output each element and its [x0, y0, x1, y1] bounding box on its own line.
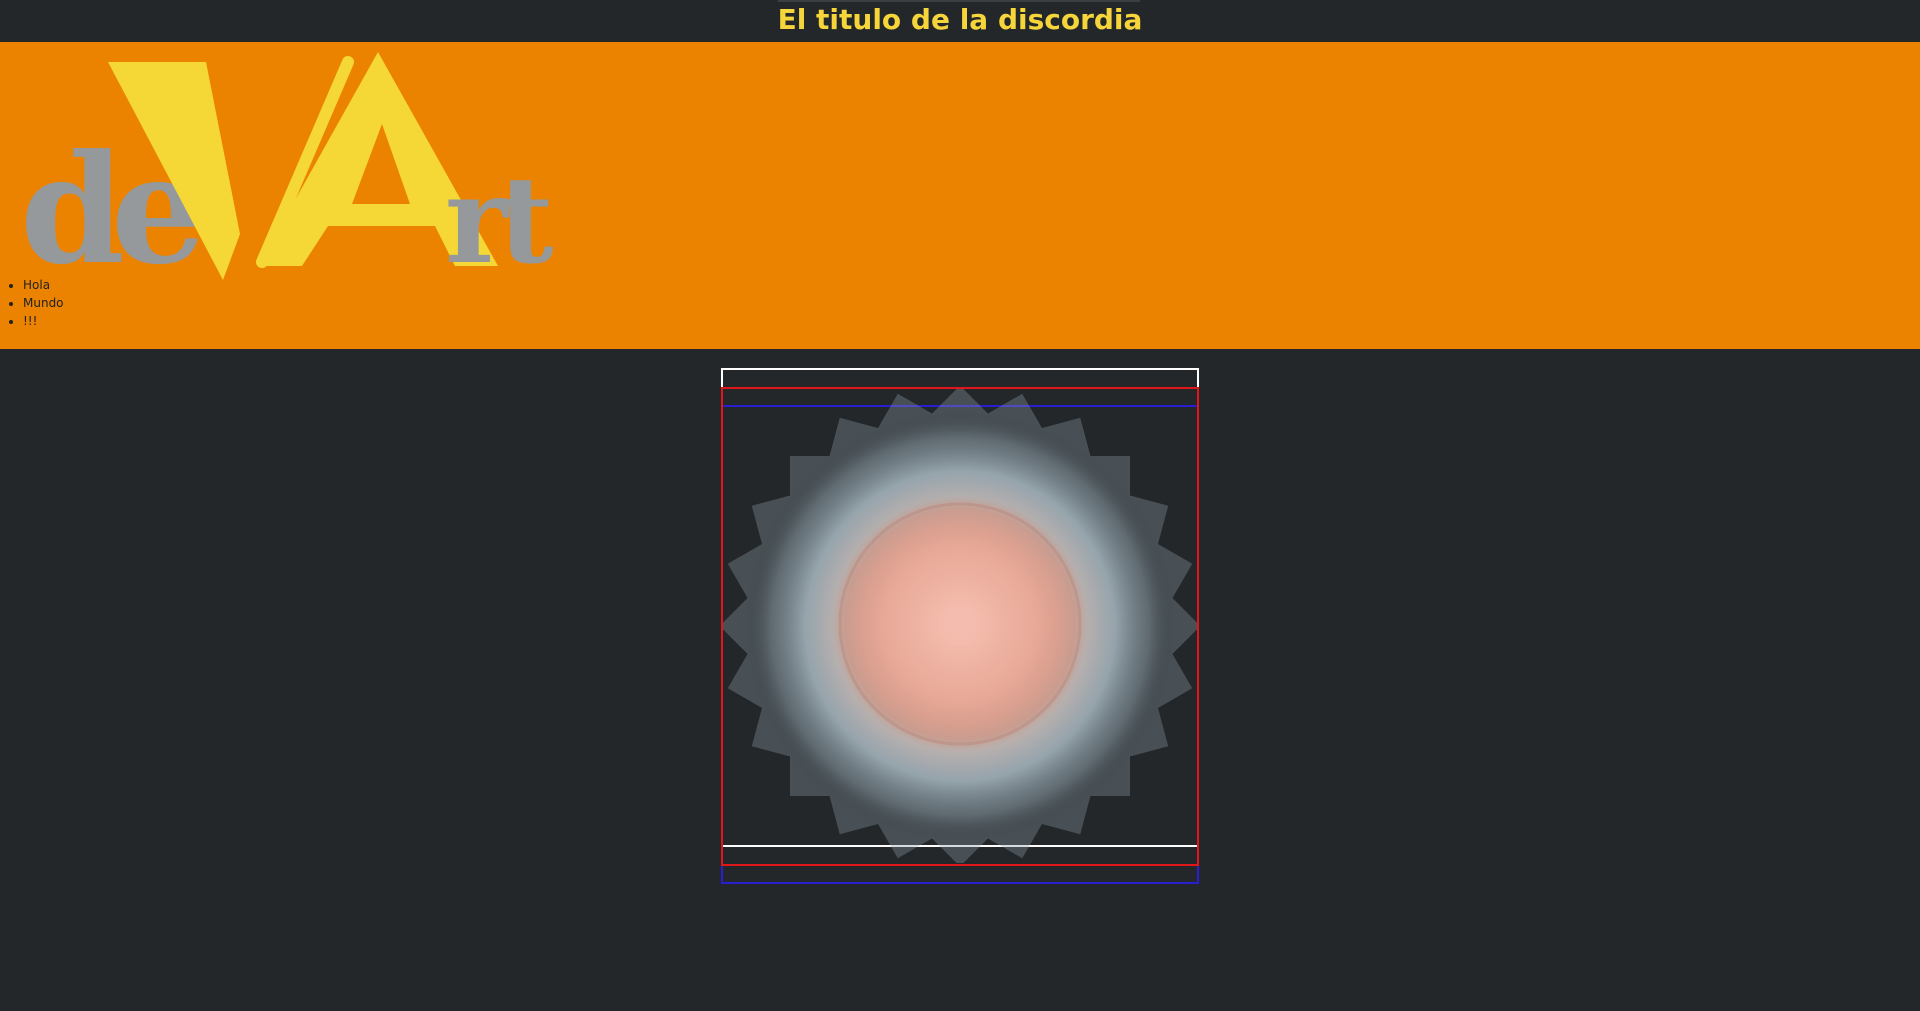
nav-list: Hola Mundo !!! [0, 276, 64, 330]
banner: deVArt de rt Hola Mundo !!! [0, 42, 1920, 349]
nav-item-mundo[interactable]: Mundo [23, 294, 64, 312]
canvas-area [721, 368, 1199, 884]
logo-letters-rt: rt [445, 150, 553, 284]
page-title: El titulo de la discordia [777, 3, 1143, 36]
frame-red [721, 387, 1199, 866]
nav-item-exclamation[interactable]: !!! [23, 312, 64, 330]
devart-logo[interactable]: deVArt de rt [10, 44, 610, 298]
logo-graphic: de rt [20, 52, 563, 298]
nav-item-hola[interactable]: Hola [23, 276, 64, 294]
top-bar: El titulo de la discordia [0, 0, 1920, 42]
